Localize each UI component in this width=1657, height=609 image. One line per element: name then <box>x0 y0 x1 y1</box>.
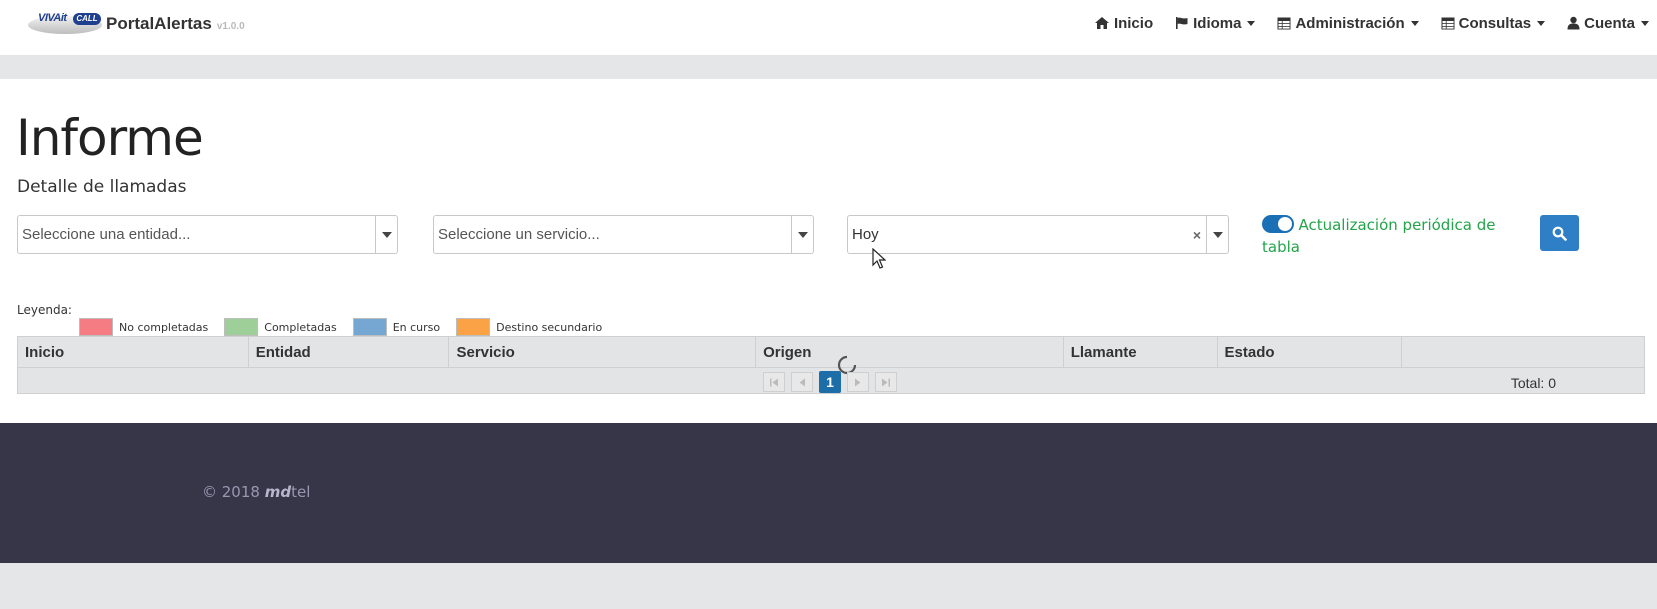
service-select-placeholder: Seleccione un servicio... <box>438 226 600 243</box>
prev-page-icon <box>799 378 805 386</box>
vivaitcall-logo: VIVAit CALL <box>28 8 102 36</box>
chevron-down-icon <box>797 231 808 238</box>
main-nav: Inicio Idioma Administración Consultas C… <box>1072 12 1649 34</box>
nav-admin-label: Administración <box>1295 14 1405 32</box>
total-count: Total: 0 <box>1510 375 1556 391</box>
next-page-button[interactable] <box>847 372 869 392</box>
nav-language-label: Idioma <box>1193 14 1242 32</box>
auto-refresh-toggle[interactable] <box>1262 215 1294 233</box>
entity-select[interactable]: Seleccione una entidad... <box>17 215 398 254</box>
nav-queries-label: Consultas <box>1458 14 1532 32</box>
chevron-down-icon <box>1212 231 1223 238</box>
last-page-icon <box>882 378 890 386</box>
auto-refresh-control: Actualización periódica de tabla <box>1262 214 1502 258</box>
search-button[interactable] <box>1540 215 1579 251</box>
clear-icon[interactable]: × <box>1188 227 1206 243</box>
company-md: md <box>264 483 292 501</box>
page-bottom <box>0 563 1657 609</box>
period-select[interactable]: Hoy × <box>847 215 1229 254</box>
legend-swatch <box>224 318 259 336</box>
current-page[interactable]: 1 <box>819 371 841 393</box>
pagination: 1 <box>763 371 903 393</box>
service-select[interactable]: Seleccione un servicio... <box>433 215 814 254</box>
table-icon <box>1277 17 1291 29</box>
mouse-cursor-icon <box>872 248 886 269</box>
column-header[interactable]: Llamante <box>1064 337 1218 367</box>
column-header[interactable] <box>1402 337 1644 367</box>
chevron-down-icon <box>1641 20 1649 26</box>
table-icon <box>1441 17 1455 29</box>
legend-item: Destino secundario <box>456 318 602 336</box>
nav-queries[interactable]: Consultas <box>1441 15 1546 32</box>
page-subtitle: Detalle de llamadas <box>17 177 187 197</box>
period-select-toggle[interactable] <box>1206 216 1228 253</box>
brand[interactable]: VIVAit CALL PortalAlertas v1.0.0 <box>28 6 245 38</box>
legend-item-label: Destino secundario <box>496 320 603 334</box>
period-select-value: Hoy <box>852 226 879 243</box>
home-icon <box>1094 17 1109 29</box>
column-header[interactable]: Origen <box>756 337 1064 367</box>
column-header[interactable]: Estado <box>1218 337 1403 367</box>
entity-select-toggle[interactable] <box>375 216 397 253</box>
legend-swatch <box>456 318 491 336</box>
prev-page-button[interactable] <box>791 372 813 392</box>
company-tel: tel <box>291 483 311 501</box>
first-page-icon <box>770 378 778 386</box>
nav-account[interactable]: Cuenta <box>1567 15 1649 32</box>
user-icon <box>1567 16 1580 30</box>
legend-item: No completadas <box>79 318 208 336</box>
nav-home[interactable]: Inicio <box>1094 15 1153 32</box>
legend-item: Completadas <box>224 318 337 336</box>
column-header[interactable]: Servicio <box>449 337 757 367</box>
top-navbar: VIVAit CALL PortalAlertas v1.0.0 Inicio … <box>0 0 1657 55</box>
service-select-toggle[interactable] <box>791 216 813 253</box>
sub-bar <box>0 55 1657 79</box>
main-content: Informe Detalle de llamadas Seleccione u… <box>0 79 1657 423</box>
logo-viva-text: VIVAit <box>38 12 67 24</box>
legend: No completadas Completadas En curso Destino… <box>79 318 618 336</box>
flag-icon <box>1176 17 1188 29</box>
next-page-icon <box>855 378 861 386</box>
auto-refresh-label: Actualización periódica de tabla <box>1262 216 1496 256</box>
chevron-down-icon <box>1247 20 1256 26</box>
column-header[interactable]: Entidad <box>249 337 450 367</box>
first-page-button[interactable] <box>763 372 785 392</box>
table-header: Inicio Entidad Servicio Origen Llamante Estad… <box>18 337 1644 368</box>
last-page-button[interactable] <box>875 372 897 392</box>
column-header[interactable]: Inicio <box>18 337 249 367</box>
logo-call-text: CALL <box>73 13 101 25</box>
legend-item-label: En curso <box>392 320 441 334</box>
brand-version: v1.0.0 <box>216 20 245 32</box>
nav-account-label: Cuenta <box>1584 14 1635 32</box>
chevron-down-icon <box>1410 20 1419 26</box>
legend-swatch <box>352 318 387 336</box>
nav-admin[interactable]: Administración <box>1277 14 1419 32</box>
page-title: Informe <box>16 109 204 167</box>
nav-home-label: Inicio <box>1113 14 1154 32</box>
nav-language[interactable]: Idioma <box>1175 14 1256 32</box>
calls-table: Inicio Entidad Servicio Origen Llamante Estad… <box>17 336 1645 394</box>
legend-label: Leyenda: <box>17 303 72 317</box>
chevron-down-icon <box>381 231 392 238</box>
chevron-down-icon <box>1537 20 1546 26</box>
legend-item-label: No completadas <box>119 320 209 334</box>
footer: © 2018 mdtel <box>0 423 1657 563</box>
legend-swatch <box>79 318 113 336</box>
brand-name: PortalAlertas <box>106 14 212 33</box>
entity-select-placeholder: Seleccione una entidad... <box>22 226 191 243</box>
search-icon <box>1552 226 1567 241</box>
copyright-text: © 2018 <box>202 483 260 501</box>
copyright: © 2018 mdtel <box>202 483 310 501</box>
legend-item-label: Completadas <box>264 320 337 334</box>
legend-item: En curso <box>352 318 441 336</box>
